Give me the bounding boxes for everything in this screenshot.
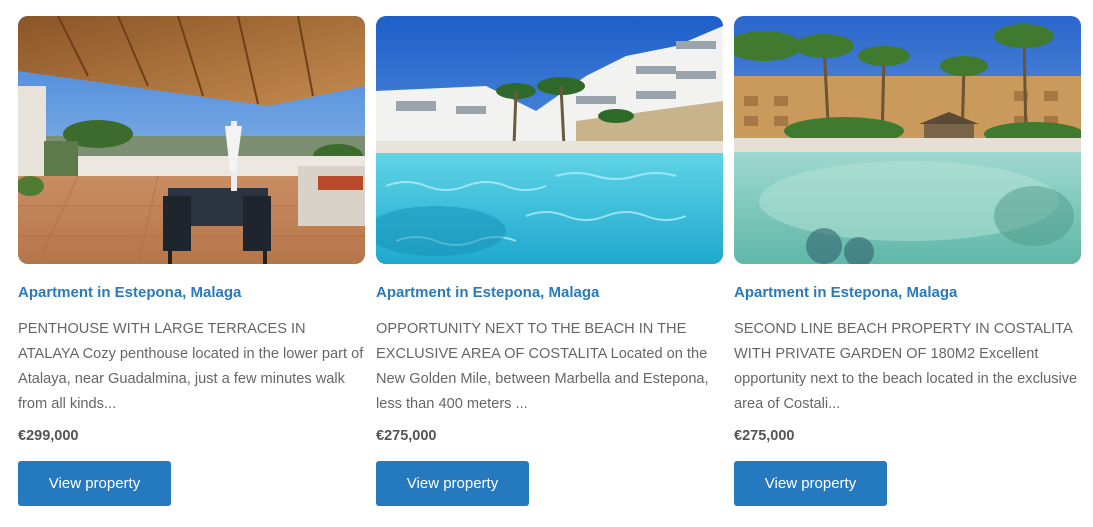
- garden-pool-image: [734, 16, 1081, 264]
- property-photo-terrace[interactable]: [18, 16, 365, 264]
- view-property-button[interactable]: View property: [734, 461, 887, 506]
- property-card: Apartment in Estepona, Malaga OPPORTUNIT…: [376, 16, 723, 506]
- listing-price: €299,000: [18, 428, 79, 444]
- view-property-button[interactable]: View property: [376, 461, 529, 506]
- listing-description: SECOND LINE BEACH PROPERTY IN COSTALITA …: [734, 321, 1078, 412]
- property-photo-garden[interactable]: [734, 16, 1081, 264]
- listing-title[interactable]: Apartment in Estepona, Malaga: [376, 284, 723, 302]
- pool-image: [376, 16, 723, 264]
- property-card: Apartment in Estepona, Malaga PENTHOUSE …: [18, 16, 365, 506]
- property-photo-pool[interactable]: [376, 16, 723, 264]
- view-property-button[interactable]: View property: [18, 461, 171, 506]
- listing-description: PENTHOUSE WITH LARGE TERRACES IN ATALAYA…: [18, 321, 364, 412]
- listing-title[interactable]: Apartment in Estepona, Malaga: [18, 284, 365, 302]
- terrace-image: [18, 16, 365, 264]
- listing-price: €275,000: [734, 428, 795, 444]
- listing-price: €275,000: [376, 428, 437, 444]
- property-card: Apartment in Estepona, Malaga SECOND LIN…: [734, 16, 1081, 506]
- listing-description: OPPORTUNITY NEXT TO THE BEACH IN THE EXC…: [376, 321, 709, 412]
- property-listing-grid: Apartment in Estepona, Malaga PENTHOUSE …: [18, 16, 1081, 506]
- listing-title[interactable]: Apartment in Estepona, Malaga: [734, 284, 1081, 302]
